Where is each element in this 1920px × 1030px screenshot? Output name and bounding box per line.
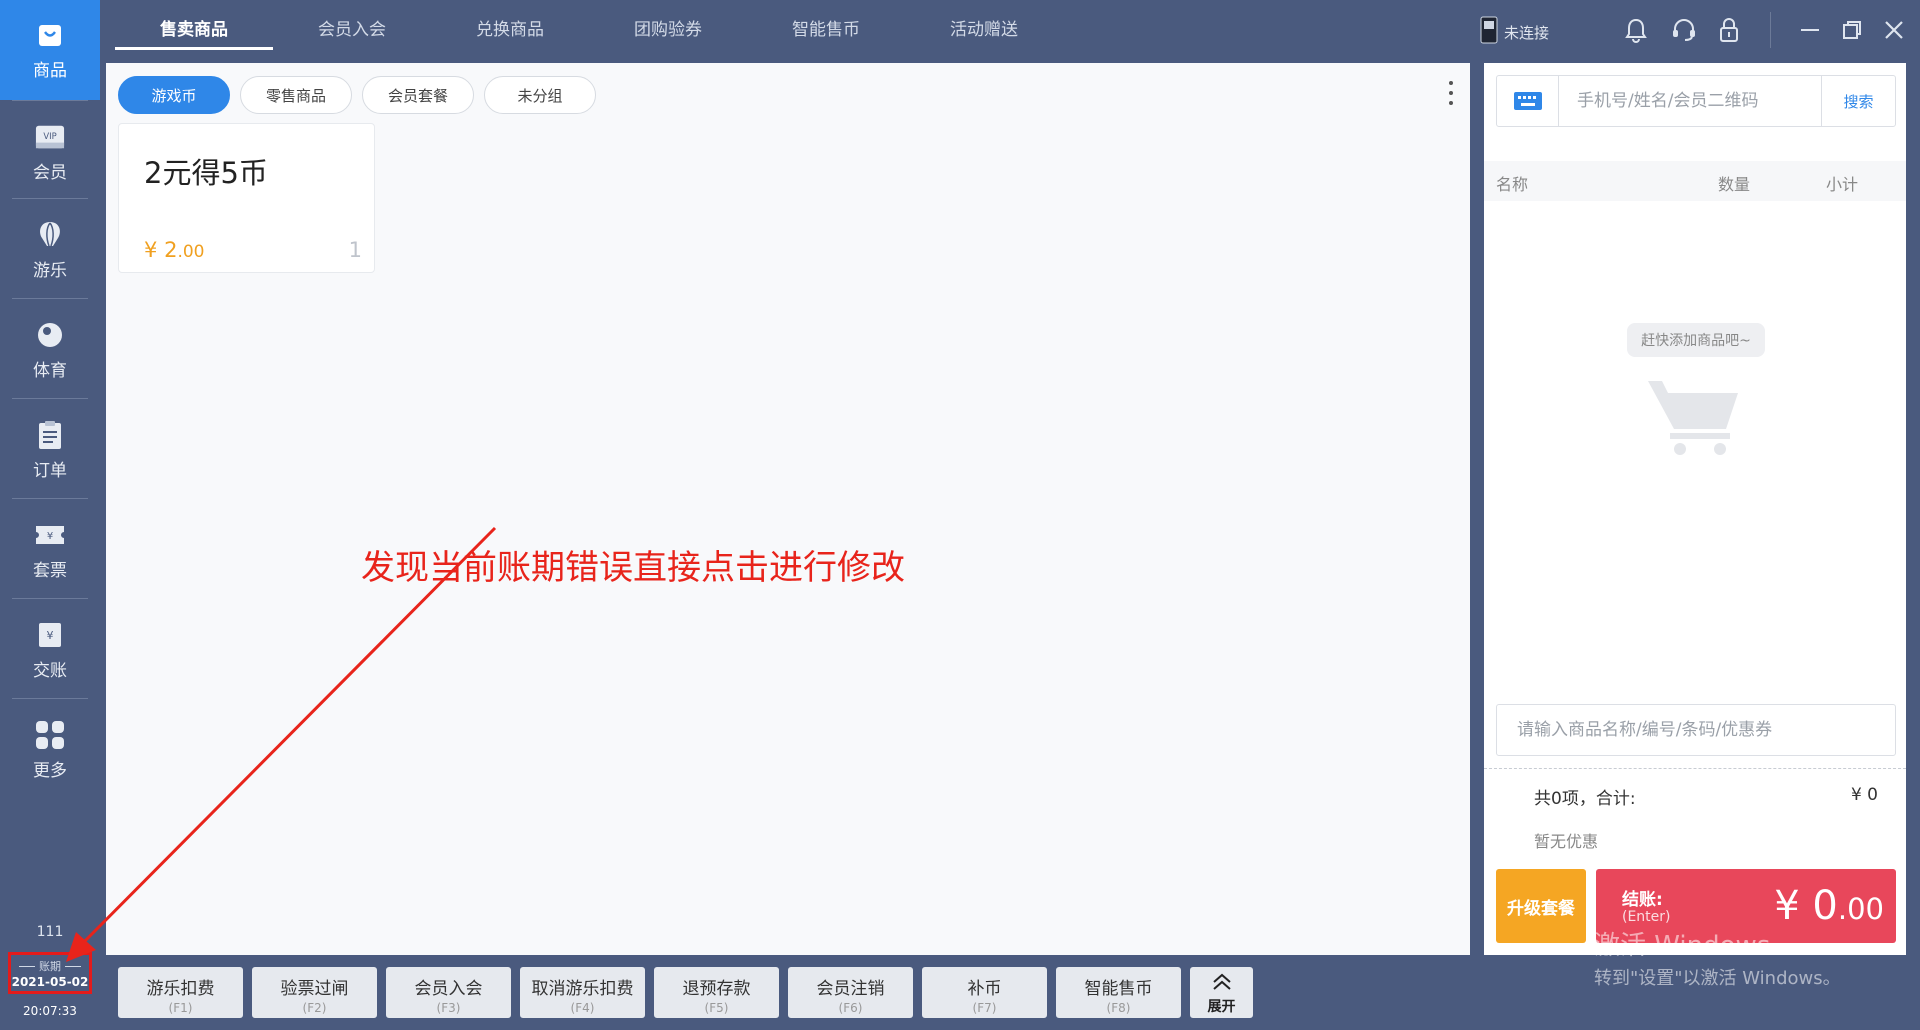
goods-panel: 游戏币 零售商品 会员套餐 未分组 2元得5币 ¥ 2.00 1 发现当前账期错… <box>106 63 1470 955</box>
sidebar-item-label: 商品 <box>33 60 67 81</box>
sidebar-item-goods[interactable]: 商品 <box>0 0 100 100</box>
minimize-icon[interactable] <box>1796 16 1824 44</box>
top-tabs: 售卖商品 会员入会 兑换商品 团购验券 智能售币 活动赠送 <box>115 0 1063 60</box>
total-label: 共0项，合计: <box>1534 789 1636 809</box>
product-search-input[interactable] <box>1497 705 1895 755</box>
ticket-gate-button[interactable]: 验票过闸 (F2) <box>252 967 377 1018</box>
col-quantity: 数量 <box>1718 175 1751 194</box>
category-chips: 游戏币 零售商品 会员套餐 未分组 <box>118 76 596 114</box>
svg-text:¥: ¥ <box>47 531 53 542</box>
shopping-cart-icon <box>1646 375 1742 461</box>
sidebar-item-package-tickets[interactable]: ¥ 套票 <box>0 500 100 600</box>
more-options-icon[interactable] <box>1446 81 1456 105</box>
col-name: 名称 <box>1496 175 1529 194</box>
sidebar: 商品 VIP 会员 游乐 体育 订单 ¥ 套票 ¥ 交账 更多 111 账期 2… <box>0 0 100 1030</box>
chip-member-packages[interactable]: 会员套餐 <box>362 76 474 114</box>
grid-icon <box>35 720 65 750</box>
empty-cart-message: 赶快添加商品吧~ <box>1627 323 1765 357</box>
operator-number: 111 <box>36 924 64 940</box>
svg-text:¥: ¥ <box>47 629 54 642</box>
chevron-up-icon <box>1212 973 1231 990</box>
svg-text:VIP: VIP <box>43 130 56 140</box>
product-name: 2元得5币 <box>144 156 268 190</box>
checkout-label: 结账: <box>1622 890 1663 910</box>
sidebar-item-label: 订单 <box>33 460 67 481</box>
sidebar-item-more[interactable]: 更多 <box>0 700 100 800</box>
product-card[interactable]: 2元得5币 ¥ 2.00 1 <box>118 123 375 273</box>
keyboard-icon[interactable] <box>1497 76 1559 126</box>
cancel-amusement-charge-button[interactable]: 取消游乐扣费 (F4) <box>520 967 645 1018</box>
clock-time: 20:07:33 <box>23 1004 77 1018</box>
checkout-shortcut: (Enter) <box>1622 909 1671 925</box>
tab-member-join[interactable]: 会员入会 <box>273 0 431 60</box>
sidebar-item-label: 交账 <box>33 660 67 681</box>
period-label: 账期 <box>11 958 89 974</box>
add-coins-button[interactable]: 补币 (F7) <box>922 967 1047 1018</box>
smart-coin-sale-button[interactable]: 智能售币 (F8) <box>1056 967 1181 1018</box>
tab-group-coupon[interactable]: 团购验券 <box>589 0 747 60</box>
restore-icon[interactable] <box>1838 16 1866 44</box>
sidebar-item-sports[interactable]: 体育 <box>0 300 100 400</box>
product-count: 1 <box>348 238 362 262</box>
period-date: 2021-05-02 <box>11 975 89 989</box>
sidebar-item-label: 更多 <box>33 760 67 781</box>
tab-event-gift[interactable]: 活动赠送 <box>905 0 1063 60</box>
chip-ungrouped[interactable]: 未分组 <box>484 76 596 114</box>
accounting-period[interactable]: 账期 2021-05-02 <box>8 952 92 994</box>
headset-icon[interactable] <box>1670 16 1698 44</box>
vip-card-icon: VIP <box>35 122 65 152</box>
lock-icon[interactable] <box>1715 16 1743 44</box>
sidebar-item-member[interactable]: VIP 会员 <box>0 102 100 202</box>
product-price: ¥ 2.00 <box>144 238 205 262</box>
clipboard-icon <box>35 420 65 450</box>
member-join-button[interactable]: 会员入会 (F3) <box>386 967 511 1018</box>
tab-smart-coin-sale[interactable]: 智能售币 <box>747 0 905 60</box>
expand-button[interactable]: 展开 <box>1190 967 1253 1018</box>
cart-panel: 搜索 名称 数量 小计 赶快添加商品吧~ 共0项，合计: ¥ 0 暂无优惠 升级… <box>1484 63 1906 955</box>
tab-sell-goods[interactable]: 售卖商品 <box>115 0 273 60</box>
bell-icon[interactable] <box>1622 16 1650 44</box>
connection-status: 未连接 <box>1504 23 1550 42</box>
billiard-ball-icon <box>35 320 65 350</box>
product-search <box>1496 704 1896 756</box>
function-key-bar: 游乐扣费 (F1) 验票过闸 (F2) 会员入会 (F3) 取消游乐扣费 (F4) 退预… <box>118 967 1253 1018</box>
total-value: ¥ 0 <box>1850 785 1878 805</box>
cash-icon: ¥ <box>35 620 65 650</box>
sidebar-item-handover[interactable]: ¥ 交账 <box>0 600 100 700</box>
sidebar-item-label: 会员 <box>33 162 67 183</box>
amusement-charge-button[interactable]: 游乐扣费 (F1) <box>118 967 243 1018</box>
search-button[interactable]: 搜索 <box>1821 76 1895 126</box>
tab-exchange-goods[interactable]: 兑换商品 <box>431 0 589 60</box>
member-search-input[interactable] <box>1559 76 1821 126</box>
sidebar-item-label: 游乐 <box>33 260 67 281</box>
chip-game-coins[interactable]: 游戏币 <box>118 76 230 114</box>
member-search: 搜索 <box>1496 75 1896 127</box>
device-connection[interactable]: 未连接 <box>1480 16 1549 48</box>
divider <box>1484 768 1906 769</box>
chip-retail-goods[interactable]: 零售商品 <box>240 76 352 114</box>
member-cancel-button[interactable]: 会员注销 (F6) <box>788 967 913 1018</box>
checkout-amount: ¥ 0.00 <box>1774 883 1884 929</box>
promotion-text: 暂无优惠 <box>1534 832 1599 851</box>
sidebar-item-orders[interactable]: 订单 <box>0 400 100 500</box>
refund-deposit-button[interactable]: 退预存款 (F5) <box>654 967 779 1018</box>
cart-table-header: 名称 数量 小计 <box>1484 161 1906 201</box>
col-subtotal: 小计 <box>1826 175 1859 194</box>
card-reader-icon <box>1480 16 1498 48</box>
ticket-icon: ¥ <box>35 520 65 550</box>
annotation-text: 发现当前账期错误直接点击进行修改 <box>361 548 905 588</box>
close-icon[interactable] <box>1880 16 1908 44</box>
bag-icon <box>35 20 65 50</box>
sidebar-item-amusement[interactable]: 游乐 <box>0 200 100 300</box>
balloon-icon <box>35 220 65 250</box>
windows-activation-watermark: 激活 Windows 转到"设置"以激活 Windows。 <box>1594 931 1841 989</box>
sidebar-item-label: 套票 <box>33 560 67 581</box>
sidebar-item-label: 体育 <box>33 360 67 381</box>
window-controls: 未连接 <box>1480 0 1920 60</box>
upgrade-package-button[interactable]: 升级套餐 <box>1496 869 1586 943</box>
